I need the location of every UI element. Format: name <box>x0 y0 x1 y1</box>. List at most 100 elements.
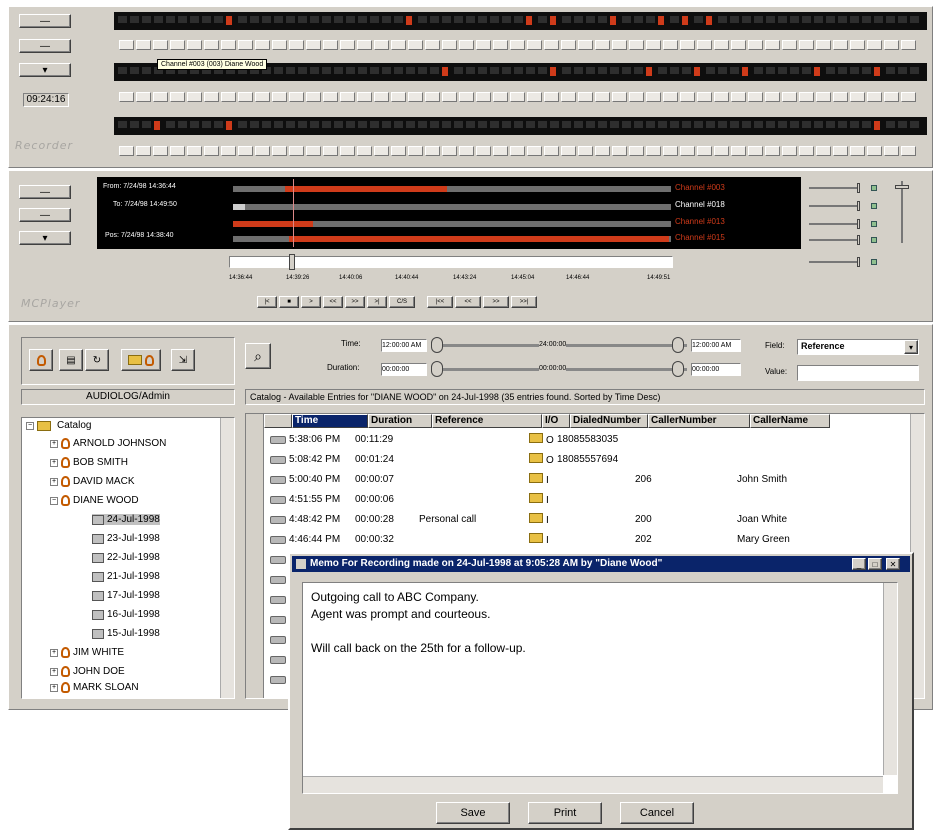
channel-cell[interactable] <box>901 92 916 102</box>
tree-date[interactable]: 15-Jul-1998 <box>92 628 160 639</box>
channel-cell[interactable] <box>799 40 814 50</box>
channel-cell[interactable] <box>221 92 236 102</box>
channel-cell[interactable] <box>170 92 185 102</box>
channel-cell[interactable] <box>663 40 678 50</box>
channel-cell[interactable] <box>459 40 474 50</box>
tree-scrollbar[interactable] <box>220 418 234 698</box>
channel-cell[interactable] <box>136 92 151 102</box>
col-duration[interactable]: Duration <box>368 414 432 428</box>
channel-cell[interactable] <box>578 146 593 156</box>
channel-cell[interactable] <box>816 40 831 50</box>
position-slider[interactable] <box>229 256 673 268</box>
channel-cell[interactable] <box>255 40 270 50</box>
tree-root[interactable]: − Catalog <box>26 420 91 431</box>
channel-cell[interactable] <box>867 92 882 102</box>
tree-user[interactable]: + MARK SLOAN <box>50 682 139 693</box>
channel-cell[interactable] <box>340 92 355 102</box>
channel-cell[interactable] <box>221 40 236 50</box>
channel-cell[interactable] <box>357 92 372 102</box>
channel-cell[interactable] <box>357 40 372 50</box>
transport-skip-fwd-button[interactable]: >> <box>483 296 509 308</box>
col-caller-name[interactable]: CallerName <box>750 414 830 428</box>
channel-cell[interactable] <box>459 146 474 156</box>
transport-cs-button[interactable]: C/S <box>389 296 415 308</box>
col-io[interactable]: I/O <box>542 414 570 428</box>
channel-cell[interactable] <box>204 92 219 102</box>
channel-cell[interactable] <box>119 40 134 50</box>
field-select[interactable]: Reference ▾ <box>797 339 919 355</box>
col-reference[interactable]: Reference <box>432 414 542 428</box>
recorder-button-2[interactable]: — <box>19 39 71 53</box>
time-end[interactable]: 12:00:00 AM <box>691 339 741 352</box>
channel-cell[interactable] <box>816 146 831 156</box>
channel-cell[interactable] <box>527 146 542 156</box>
channel-cell[interactable] <box>238 92 253 102</box>
channel-cell[interactable] <box>510 92 525 102</box>
channel-cell[interactable] <box>748 40 763 50</box>
channel-cells-3[interactable] <box>119 146 916 156</box>
channel-cell[interactable] <box>425 40 440 50</box>
channel-cell[interactable] <box>408 146 423 156</box>
transport-skip-start-button[interactable]: |<< <box>427 296 453 308</box>
channel-cell[interactable] <box>459 92 474 102</box>
channel-cell[interactable] <box>765 40 780 50</box>
channel-cell[interactable] <box>714 92 729 102</box>
channel-cell[interactable] <box>867 146 882 156</box>
tree-date[interactable]: 24-Jul-1998 <box>92 514 160 525</box>
channel-cells-1[interactable] <box>119 40 916 50</box>
table-row[interactable]: 5:38:06 PM 00:11:29 O 18085583035 <box>264 430 817 449</box>
transport-play-button[interactable]: > <box>301 296 321 308</box>
channel-cell[interactable] <box>646 146 661 156</box>
channel-cell[interactable] <box>612 40 627 50</box>
channel-cell[interactable] <box>782 146 797 156</box>
channel-cell[interactable] <box>697 92 712 102</box>
channel-cell[interactable] <box>901 146 916 156</box>
channel-cell[interactable] <box>136 146 151 156</box>
channel-cell[interactable] <box>510 40 525 50</box>
channel-cell[interactable] <box>187 40 202 50</box>
channel-cell[interactable] <box>731 92 746 102</box>
channel-cell[interactable] <box>680 40 695 50</box>
channel-cell[interactable] <box>374 146 389 156</box>
channel-cell[interactable] <box>323 40 338 50</box>
channel-cell[interactable] <box>272 92 287 102</box>
channel-cell[interactable] <box>170 40 185 50</box>
position-thumb[interactable] <box>289 254 295 270</box>
channel-cell[interactable] <box>578 92 593 102</box>
table-row[interactable] <box>264 670 289 689</box>
channel-cell[interactable] <box>731 40 746 50</box>
channel-cell[interactable] <box>527 40 542 50</box>
channel-cell[interactable] <box>425 146 440 156</box>
channel-cell[interactable] <box>306 40 321 50</box>
channel-cell[interactable] <box>153 146 168 156</box>
channel-cell[interactable] <box>578 40 593 50</box>
list-icon-button[interactable]: ▤ <box>59 349 83 371</box>
channel-cell[interactable] <box>153 40 168 50</box>
channel-cell[interactable] <box>833 146 848 156</box>
field-dropdown-button[interactable]: ▾ <box>904 340 918 354</box>
channel-cell[interactable] <box>289 146 304 156</box>
channel-cell[interactable] <box>187 92 202 102</box>
table-row[interactable] <box>264 630 289 649</box>
channel-cell[interactable] <box>544 146 559 156</box>
transport-rewind-button[interactable]: << <box>323 296 343 308</box>
table-row[interactable] <box>264 610 289 629</box>
channel-cell[interactable] <box>493 40 508 50</box>
channel-cell[interactable] <box>833 92 848 102</box>
channel-cell[interactable] <box>391 40 406 50</box>
channel-cell[interactable] <box>612 92 627 102</box>
channel-cell[interactable] <box>476 92 491 102</box>
channel-cell[interactable] <box>595 92 610 102</box>
channel-cell[interactable] <box>884 146 899 156</box>
channel-cell[interactable] <box>544 92 559 102</box>
minimize-button[interactable]: _ <box>852 558 866 570</box>
channel-cell[interactable] <box>425 92 440 102</box>
channel-cell[interactable] <box>255 146 270 156</box>
duration-end[interactable]: 00:00:00 <box>691 363 741 376</box>
channel-cell[interactable] <box>391 146 406 156</box>
maximize-button[interactable]: □ <box>868 558 882 570</box>
channel-cell[interactable] <box>646 40 661 50</box>
channel-cell[interactable] <box>799 146 814 156</box>
folder-user-button[interactable] <box>121 349 161 371</box>
channel-cell[interactable] <box>374 40 389 50</box>
